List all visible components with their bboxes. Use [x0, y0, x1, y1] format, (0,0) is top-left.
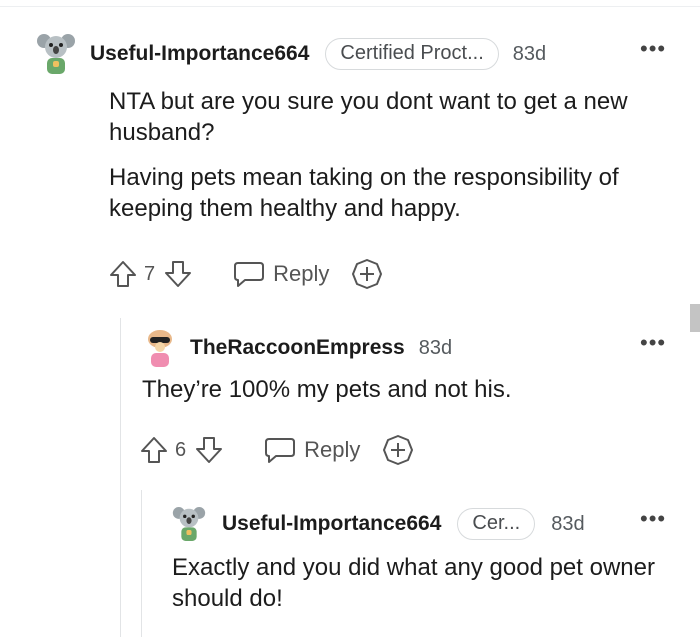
- arrow-up-icon[interactable]: [139, 435, 169, 465]
- avatar[interactable]: [172, 504, 206, 544]
- comment: Useful-Importance664 Certified Proct... …: [36, 34, 690, 222]
- comment-body: They’re 100% my pets and not his.: [142, 374, 682, 405]
- user-flair[interactable]: Cer...: [457, 508, 536, 540]
- comment-header: Useful-Importance664 Certified Proct... …: [36, 34, 690, 74]
- username[interactable]: Useful-Importance664: [222, 512, 441, 536]
- comment-paragraph: They’re 100% my pets and not his.: [142, 376, 512, 403]
- comment-actions: 6 Reply: [139, 432, 414, 468]
- comment-paragraph: Having pets mean taking on the responsib…: [109, 164, 619, 222]
- reply-button[interactable]: Reply: [233, 259, 329, 289]
- vote-score: 6: [175, 438, 187, 461]
- comment-paragraph: NTA but are you sure you dont want to ge…: [109, 88, 628, 146]
- comment: Useful-Importance664 Cer... 83d ••• Exac…: [172, 504, 690, 612]
- reply-button[interactable]: Reply: [264, 435, 360, 465]
- timestamp[interactable]: 83d: [419, 337, 452, 360]
- more-options-icon[interactable]: •••: [640, 332, 666, 354]
- timestamp[interactable]: 83d: [513, 43, 546, 66]
- comment-body: Exactly and you did what any good pet ow…: [172, 552, 672, 614]
- username[interactable]: TheRaccoonEmpress: [190, 336, 405, 360]
- thread-line-level-2: [141, 490, 142, 637]
- plus-circle-icon[interactable]: [382, 434, 414, 466]
- comment: TheRaccoonEmpress 83d ••• They’re 100% m…: [142, 328, 690, 403]
- reply-label: Reply: [273, 261, 330, 286]
- comment-header: TheRaccoonEmpress 83d: [142, 328, 690, 368]
- avatar[interactable]: [142, 328, 178, 368]
- user-flair[interactable]: Certified Proct...: [325, 38, 499, 70]
- vote-score: 7: [144, 262, 156, 285]
- comment-paragraph: Exactly and you did what any good pet ow…: [172, 554, 655, 612]
- more-options-icon[interactable]: •••: [640, 38, 666, 60]
- comment-actions: 7 Reply: [108, 256, 383, 292]
- arrow-up-icon[interactable]: [108, 259, 138, 289]
- arrow-down-icon[interactable]: [163, 259, 193, 289]
- comment-header: Useful-Importance664 Cer... 83d: [172, 504, 690, 544]
- speech-bubble-icon: [233, 259, 265, 289]
- thread-line-level-1: [120, 318, 121, 637]
- timestamp[interactable]: 83d: [551, 513, 584, 536]
- speech-bubble-icon: [264, 435, 296, 465]
- reply-label: Reply: [304, 437, 361, 462]
- avatar[interactable]: [36, 34, 76, 74]
- comment-body: NTA but are you sure you dont want to ge…: [109, 86, 689, 224]
- more-options-icon[interactable]: •••: [640, 508, 666, 530]
- top-divider: [0, 6, 700, 7]
- plus-circle-icon[interactable]: [351, 258, 383, 290]
- scrollbar-thumb[interactable]: [690, 304, 700, 332]
- username[interactable]: Useful-Importance664: [90, 42, 309, 66]
- arrow-down-icon[interactable]: [194, 435, 224, 465]
